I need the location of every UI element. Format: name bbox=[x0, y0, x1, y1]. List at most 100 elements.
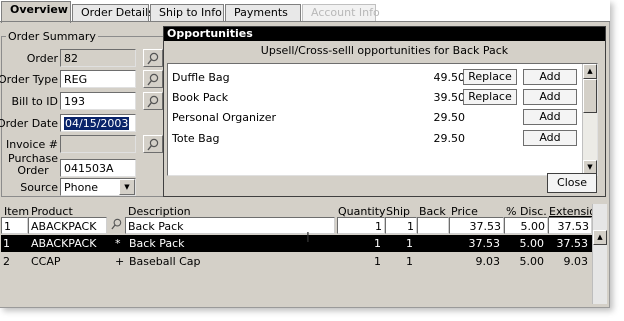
order-date-label: Order Date bbox=[0, 117, 58, 130]
opportunity-name: Duffle Bag bbox=[172, 71, 230, 84]
tab-payments[interactable]: Payments bbox=[225, 4, 301, 22]
opportunity-name: Personal Organizer bbox=[172, 111, 277, 124]
tab-divider bbox=[0, 21, 610, 22]
description-cell: Back Pack bbox=[129, 237, 185, 250]
chevron-down-icon[interactable]: ▼ bbox=[119, 179, 135, 195]
tab-strip: Overview Order Details Ship to Info Paym… bbox=[0, 0, 610, 23]
magnifier-icon bbox=[147, 95, 159, 108]
text-cursor-icon: I bbox=[306, 231, 310, 246]
opportunity-price: 39.50 bbox=[433, 91, 466, 104]
bill-to-lookup-button[interactable] bbox=[143, 92, 163, 110]
opportunity-price: 49.50 bbox=[433, 71, 466, 84]
item-cell: 2 bbox=[3, 255, 10, 268]
back-cell[interactable] bbox=[417, 217, 449, 234]
extension-cell[interactable]: 37.53 bbox=[548, 217, 592, 234]
back-cell bbox=[417, 235, 447, 252]
list-item: Tote Bag 29.50 Add bbox=[168, 128, 581, 148]
add-button[interactable]: Add bbox=[523, 89, 577, 105]
table-row[interactable]: 2 CCAP + Baseball Cap 1 1 9.03 5.00 9.03 bbox=[1, 253, 593, 270]
purchase-order-field[interactable]: 041503A bbox=[60, 159, 136, 177]
ship-cell[interactable]: 1 bbox=[385, 217, 417, 234]
source-row: Source Phone ▼ bbox=[2, 178, 166, 198]
opportunities-title: Opportunities bbox=[164, 27, 605, 41]
table-row[interactable]: 1 ABACKPACK Back Pack 1 1 37.53 5.00 37.… bbox=[1, 217, 593, 234]
price-cell: 37.53 bbox=[468, 237, 501, 250]
add-button[interactable]: Add bbox=[523, 130, 577, 146]
purchase-order-row: Purchase Order 041503A bbox=[2, 153, 166, 179]
opportunities-scrollbar[interactable]: ▲ ▼ bbox=[582, 64, 597, 175]
magnifier-icon bbox=[147, 138, 159, 151]
price-cell[interactable]: 37.53 bbox=[449, 217, 504, 234]
item-cell: 1 bbox=[3, 237, 10, 250]
scroll-up-icon[interactable]: ▲ bbox=[583, 64, 597, 79]
scroll-up-icon[interactable]: ▲ bbox=[593, 230, 607, 245]
order-window: Overview Order Details Ship to Info Paym… bbox=[0, 0, 610, 308]
tab-overview[interactable]: Overview bbox=[1, 1, 71, 23]
list-item: Duffle Bag 49.50 Replace Add bbox=[168, 67, 581, 87]
order-type-row: Order Type REG bbox=[0, 70, 166, 90]
invoice-field[interactable] bbox=[60, 135, 136, 153]
purchase-order-label: Purchase Order bbox=[8, 152, 58, 177]
list-item: Book Pack 39.50 Replace Add bbox=[168, 87, 581, 107]
order-label: Order bbox=[26, 52, 58, 65]
replace-button[interactable]: Replace bbox=[463, 89, 517, 105]
quantity-cell: 1 bbox=[374, 255, 381, 268]
order-type-lookup-button[interactable] bbox=[143, 70, 163, 88]
ship-cell: 1 bbox=[406, 255, 413, 268]
source-label: Source bbox=[20, 181, 58, 194]
order-lookup-button[interactable] bbox=[143, 49, 163, 67]
bill-to-row: Bill to ID 193 bbox=[2, 92, 166, 112]
magnifier-icon bbox=[147, 73, 159, 86]
opportunities-heading: Upsell/Cross-selll opportunities for Bac… bbox=[260, 44, 509, 57]
opportunity-price: 29.50 bbox=[433, 132, 466, 145]
opportunity-price: 29.50 bbox=[433, 111, 466, 124]
source-select[interactable]: Phone ▼ bbox=[60, 178, 136, 196]
description-cell[interactable]: Back Pack bbox=[125, 217, 335, 234]
quantity-cell: 1 bbox=[374, 237, 381, 250]
disc-cell: 5.00 bbox=[519, 255, 545, 268]
order-type-field[interactable]: REG bbox=[60, 70, 136, 88]
close-button[interactable]: Close bbox=[547, 173, 597, 193]
description-cell: Baseball Cap bbox=[129, 255, 201, 268]
extension-cell: 37.53 bbox=[556, 237, 589, 250]
list-item: Personal Organizer 29.50 Add bbox=[168, 107, 581, 127]
tab-order-details[interactable]: Order Details bbox=[72, 4, 154, 22]
product-cell[interactable]: ABACKPACK bbox=[28, 217, 107, 234]
ship-cell: 1 bbox=[406, 237, 413, 250]
opportunity-name: Book Pack bbox=[172, 91, 229, 104]
add-button[interactable]: Add bbox=[523, 109, 577, 125]
product-lookup-button[interactable] bbox=[109, 217, 125, 234]
bill-to-label: Bill to ID bbox=[11, 95, 58, 108]
bill-to-field[interactable]: 193 bbox=[60, 92, 136, 110]
order-summary-legend: Order Summary bbox=[6, 30, 98, 43]
opportunities-dialog: Opportunities Upsell/Cross-selll opportu… bbox=[163, 26, 606, 197]
invoice-label: Invoice # bbox=[5, 138, 58, 151]
extension-cell: 9.03 bbox=[563, 255, 589, 268]
order-date-value: 04/15/2003 bbox=[64, 117, 130, 130]
add-button[interactable]: Add bbox=[523, 69, 577, 85]
row-marker: + bbox=[115, 255, 125, 268]
opportunity-name: Tote Bag bbox=[172, 132, 220, 145]
row-marker: * bbox=[115, 237, 121, 250]
order-field[interactable]: 82 bbox=[60, 49, 136, 67]
order-date-field[interactable]: 04/15/2003 bbox=[60, 114, 136, 132]
price-cell: 9.03 bbox=[475, 255, 501, 268]
tab-ship-to-info[interactable]: Ship to Info bbox=[150, 4, 224, 22]
order-date-row: Order Date 04/15/2003 bbox=[0, 114, 166, 134]
disc-cell[interactable]: 5.00 bbox=[504, 217, 548, 234]
invoice-lookup-button[interactable] bbox=[143, 135, 163, 153]
source-value: Phone bbox=[64, 181, 99, 194]
magnifier-icon bbox=[147, 52, 159, 65]
disc-cell: 5.00 bbox=[519, 237, 545, 250]
order-items-grid: Item Product Description Quantity Ship B… bbox=[1, 205, 603, 301]
item-cell[interactable]: 1 bbox=[1, 217, 28, 234]
quantity-cell[interactable]: 1 bbox=[337, 217, 385, 234]
opportunities-list: Duffle Bag 49.50 Replace Add Book Pack 3… bbox=[167, 63, 598, 176]
magnifier-icon bbox=[111, 218, 122, 230]
replace-button[interactable]: Replace bbox=[463, 69, 517, 85]
product-cell: ABACKPACK bbox=[31, 237, 97, 250]
table-row[interactable]: 1 ABACKPACK * Back Pack 1 1 37.53 5.00 3… bbox=[1, 235, 593, 252]
grid-scrollbar[interactable]: ▲ bbox=[592, 204, 607, 304]
order-type-label: Order Type bbox=[0, 73, 58, 86]
scroll-thumb[interactable] bbox=[583, 79, 597, 113]
